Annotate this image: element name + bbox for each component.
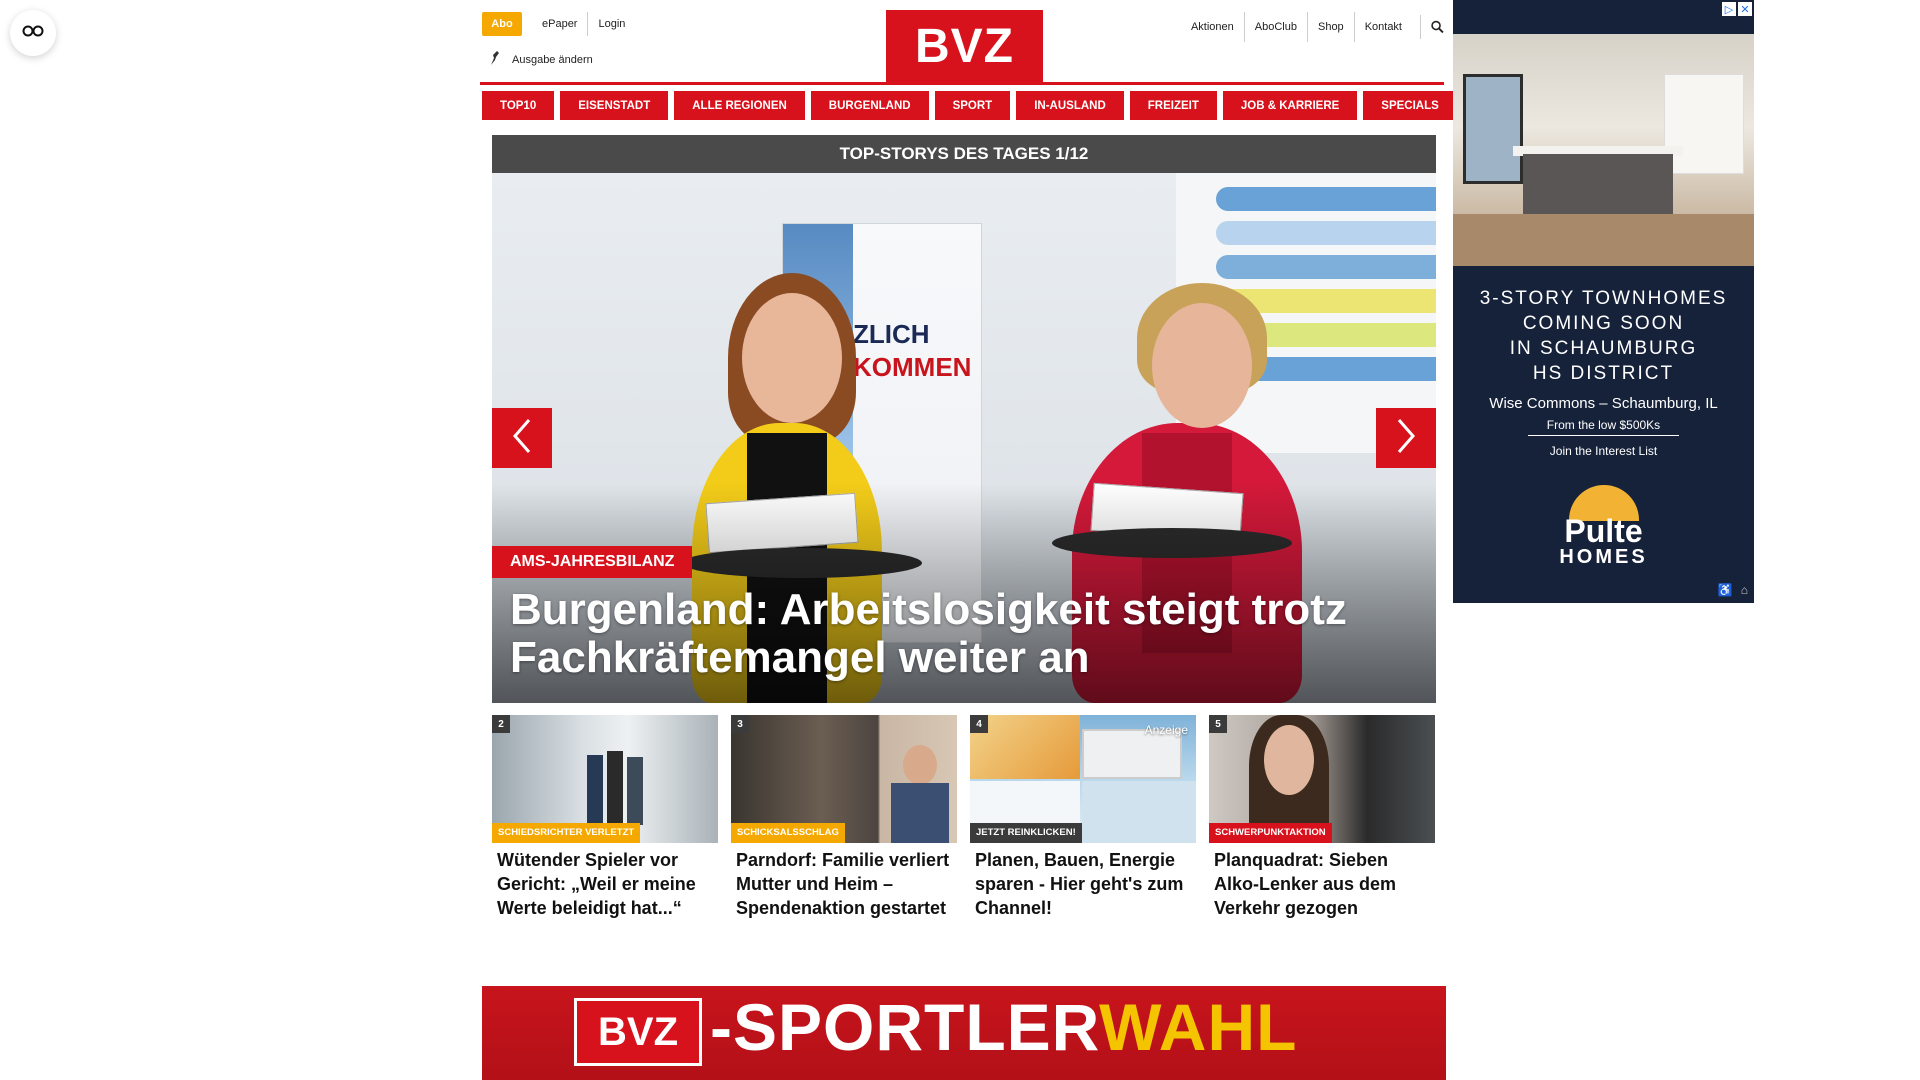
chevron-left-icon [511, 418, 533, 459]
wheelchair-icon: ♿ [1717, 583, 1733, 597]
top-stories-header: TOP-STORYS DES TAGES 1/12 [492, 135, 1436, 173]
chevron-right-icon [1395, 418, 1417, 459]
story-cards: 2 SCHIEDSRICHTER VERLETZT Wütender Spiel… [492, 715, 1436, 921]
ad-close-icon[interactable]: ✕ [1738, 2, 1752, 16]
story-thumbnail: 4 Anzeige JETZT REINKLICKEN! [970, 715, 1196, 843]
bvz-logo[interactable]: BVZ [886, 10, 1043, 82]
banner-text-2: KOMMEN [853, 352, 972, 382]
edition-switch[interactable]: Ausgabe ändern [488, 50, 593, 69]
slider-prev-button[interactable] [492, 408, 552, 468]
nav-burgenland[interactable]: BURGENLAND [810, 91, 929, 120]
nav-top10[interactable]: TOP10 [482, 91, 555, 120]
edition-label: Ausgabe ändern [512, 53, 593, 66]
equal-housing-icon: ⌂ [1740, 583, 1748, 597]
shop-link[interactable]: Shop [1306, 12, 1354, 42]
ad-headline: 3-STORY TOWNHOMES COMING SOON IN SCHAUMB… [1453, 286, 1754, 386]
hero-story[interactable]: ZLICH KOMMEN AMS-JAHRESBILANZ Burgenland… [492, 173, 1436, 703]
story-rank: 2 [492, 715, 510, 733]
nav-freizeit[interactable]: FREIZEIT [1129, 91, 1217, 120]
aktionen-link[interactable]: Aktionen [1181, 12, 1244, 42]
ad-interest-link[interactable]: Join the Interest List [1453, 444, 1754, 458]
ad-headline-line: IN SCHAUMBURG [1509, 338, 1698, 359]
reader-glasses-button[interactable] [10, 10, 56, 56]
story-tag: JETZT REINKLICKEN! [970, 823, 1082, 843]
epaper-link[interactable]: ePaper [532, 12, 587, 36]
story-rank: 5 [1209, 715, 1227, 733]
header-divider [480, 82, 1444, 85]
pulte-homes-logo: Pulte HOMES [1453, 485, 1754, 567]
story-tag: SCHWERPUNKTAKTION [1209, 823, 1332, 843]
story-thumbnail: 5 SCHWERPUNKTAKTION [1209, 715, 1435, 843]
nav-sport[interactable]: SPORT [934, 91, 1011, 120]
pulte-logo-text: Pulte [1564, 513, 1643, 549]
story-card[interactable]: 4 Anzeige JETZT REINKLICKEN! Planen, Bau… [970, 715, 1196, 921]
advertisement[interactable]: ▷ ✕ 3-STORY TOWNHOMES COMING SOON IN SCH… [1453, 0, 1754, 603]
ad-kitchen-image [1453, 34, 1754, 266]
story-title[interactable]: Wütender Spieler vor Gericht: „Weil er m… [492, 849, 718, 921]
site-header: Abo ePaper Login Ausgabe ändern BVZ Akti… [480, 0, 1444, 84]
sportlerwahl-title: -SPORTLERWAHL [710, 994, 1297, 1060]
banner-text-1: ZLICH [853, 319, 930, 349]
ad-headline-line: COMING SOON [1522, 313, 1685, 334]
story-title[interactable]: Planquadrat: Sieben Alko-Lenker aus dem … [1209, 849, 1435, 921]
sportlerwahl-title-yellow: WAHL [1099, 990, 1298, 1064]
slider-next-button[interactable] [1376, 408, 1436, 468]
sportlerwahl-banner[interactable]: BVZ -SPORTLERWAHL [482, 986, 1446, 1080]
story-title[interactable]: Planen, Bauen, Energie sparen - Hier geh… [970, 849, 1196, 921]
main-nav: TOP10 EISENSTADT ALLE REGIONEN BURGENLAN… [482, 91, 1457, 120]
story-title[interactable]: Parndorf: Familie verliert Mutter und He… [731, 849, 957, 921]
nav-alle-regionen[interactable]: ALLE REGIONEN [674, 91, 805, 120]
top-links-right: Aktionen AboClub Shop Kontakt [1181, 12, 1444, 42]
story-rank: 3 [731, 715, 749, 733]
abo-button[interactable]: Abo [482, 12, 522, 36]
aboclub-link[interactable]: AboClub [1243, 12, 1307, 42]
hero-headline[interactable]: Burgenland: Arbeitslosigkeit steigt trot… [510, 585, 1410, 683]
person-right-face [1152, 303, 1252, 428]
page: Abo ePaper Login Ausgabe ändern BVZ Akti… [0, 0, 1920, 1080]
story-card[interactable]: 5 SCHWERPUNKTAKTION Planquadrat: Sieben … [1209, 715, 1435, 921]
nav-job-karriere[interactable]: JOB & KARRIERE [1222, 91, 1358, 120]
story-tag: SCHICKSALSSCHLAG [731, 823, 845, 843]
ad-accessibility-icons: ♿ ⌂ [1718, 583, 1748, 597]
story-thumbnail: 2 SCHIEDSRICHTER VERLETZT [492, 715, 718, 843]
ad-label: Anzeige [1144, 723, 1188, 737]
top-links-left: ePaper Login [532, 12, 635, 36]
story-card[interactable]: 2 SCHIEDSRICHTER VERLETZT Wütender Spiel… [492, 715, 718, 921]
search-icon[interactable] [1420, 15, 1444, 39]
story-tag: SCHIEDSRICHTER VERLETZT [492, 823, 641, 843]
kontakt-link[interactable]: Kontakt [1353, 12, 1412, 42]
sportlerwahl-bvz-logo: BVZ [574, 998, 702, 1066]
nav-in-ausland[interactable]: IN-AUSLAND [1016, 91, 1124, 120]
adchoices-icon[interactable]: ▷ [1722, 2, 1736, 16]
hero-kicker: AMS-JAHRESBILANZ [492, 546, 693, 578]
ad-controls: ▷ ✕ [1722, 2, 1752, 16]
ad-headline-line: HS DISTRICT [1532, 363, 1675, 384]
homes-logo-text: HOMES [1559, 546, 1648, 568]
ad-headline-line: 3-STORY TOWNHOMES [1479, 288, 1728, 309]
nav-eisenstadt[interactable]: EISENSTADT [560, 91, 669, 120]
edition-pin-icon [488, 50, 502, 69]
story-card[interactable]: 3 SCHICKSALSSCHLAG Parndorf: Familie ver… [731, 715, 957, 921]
ad-price: From the low $500Ks [1528, 418, 1679, 436]
nav-specials[interactable]: SPECIALS [1363, 91, 1457, 120]
ad-location: Wise Commons – Schaumburg, IL [1489, 395, 1718, 412]
glasses-icon [22, 24, 44, 43]
sportlerwahl-title-white: -SPORTLER [710, 990, 1100, 1064]
person-left-face [742, 293, 842, 423]
login-link[interactable]: Login [587, 12, 635, 36]
story-rank: 4 [970, 715, 988, 733]
story-thumbnail: 3 SCHICKSALSSCHLAG [731, 715, 957, 843]
